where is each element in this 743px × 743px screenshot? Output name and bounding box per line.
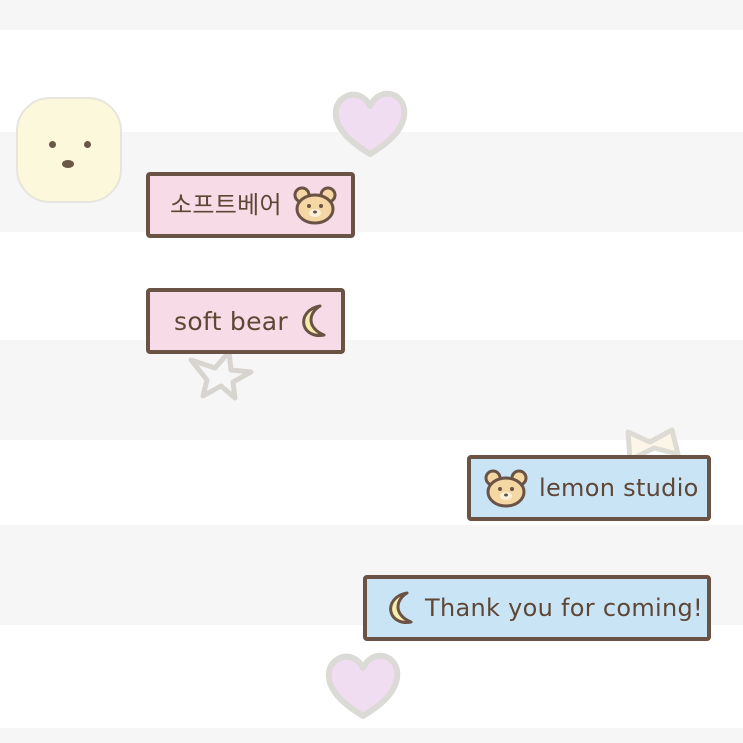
message-bubble[interactable]: soft bear [146, 288, 345, 354]
background-stripe [0, 0, 743, 30]
moon-icon [389, 591, 413, 624]
star-icon [188, 349, 254, 401]
heart-icon [332, 90, 408, 157]
background-stripe [0, 728, 743, 743]
chat-screen: 소프트베어 soft bear lemon studio Thank you f… [0, 0, 743, 743]
message-bubble[interactable]: lemon studio [467, 455, 711, 521]
message-text: Thank you for coming! [425, 594, 703, 622]
avatar[interactable] [16, 97, 122, 203]
avatar-left-eye [49, 141, 56, 148]
avatar-mouth [62, 160, 74, 168]
avatar-right-eye [84, 141, 91, 148]
message-bubble[interactable]: Thank you for coming! [363, 575, 711, 641]
message-bubble[interactable]: 소프트베어 [146, 172, 355, 238]
message-text: lemon studio [539, 474, 699, 502]
message-text: soft bear [174, 306, 288, 336]
background-stripe [0, 340, 743, 440]
bear-icon [484, 469, 528, 508]
message-text: 소프트베어 [170, 191, 282, 219]
heart-icon [325, 652, 401, 719]
bear-icon [293, 186, 337, 225]
moon-icon [302, 304, 326, 337]
